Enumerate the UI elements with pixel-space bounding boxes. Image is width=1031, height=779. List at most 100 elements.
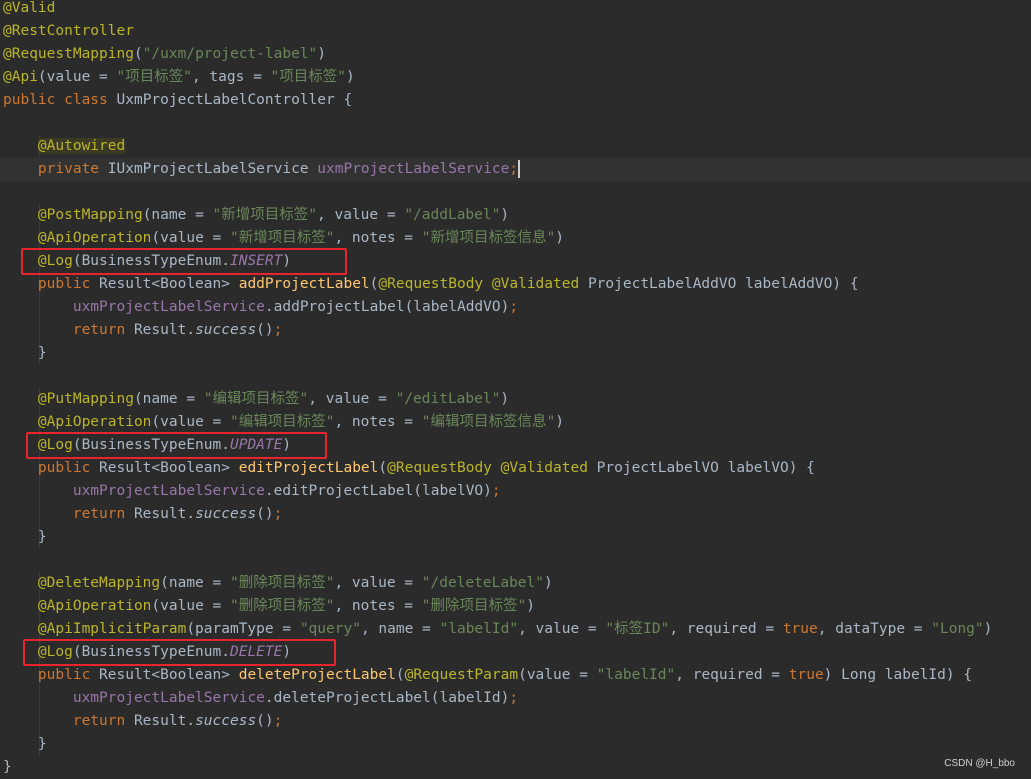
code-line[interactable]: @RestController (0, 20, 1031, 43)
code-line[interactable]: @PostMapping(name = "新增项目标签", value = "/… (0, 204, 1031, 227)
code-line-text: public Result<Boolean> addProjectLabel(@… (3, 273, 859, 296)
code-token: "编辑项目标签信息" (421, 414, 556, 430)
code-line[interactable]: } (0, 342, 1031, 365)
code-line[interactable]: uxmProjectLabelService.deleteProjectLabe… (0, 687, 1031, 710)
code-line[interactable]: @Api(value = "项目标签", tags = "项目标签") (0, 66, 1031, 89)
code-line[interactable]: @Autowired (0, 135, 1031, 158)
code-line[interactable]: } (0, 756, 1031, 779)
code-token: @ApiOperation (37, 414, 152, 430)
code-token: @ApiOperation (37, 598, 152, 614)
code-line[interactable]: @DeleteMapping(name = "删除项目标签", value = … (0, 572, 1031, 595)
code-line[interactable]: @ApiImplicitParam(paramType = "query", n… (0, 618, 1031, 641)
code-line-text: } (3, 526, 47, 549)
code-token: Result<Boolean> (99, 276, 239, 292)
code-token: "新增项目标签信息" (421, 230, 556, 246)
code-token: , value = (317, 207, 405, 223)
code-line[interactable]: public Result<Boolean> deleteProjectLabe… (0, 664, 1031, 687)
code-line[interactable]: uxmProjectLabelService.addProjectLabel(l… (0, 296, 1031, 319)
code-line[interactable]: @RequestMapping("/uxm/project-label") (0, 43, 1031, 66)
code-token: "labelId" (439, 621, 519, 637)
code-line[interactable]: @ApiOperation(value = "删除项目标签", notes = … (0, 595, 1031, 618)
code-line[interactable]: uxmProjectLabelService.editProjectLabel(… (0, 480, 1031, 503)
code-token: ( (395, 667, 405, 683)
code-token: (name = (160, 575, 230, 591)
code-line[interactable]: public Result<Boolean> addProjectLabel(@… (0, 273, 1031, 296)
code-token: ) (555, 230, 564, 246)
code-token: } (3, 759, 12, 775)
code-line-text: uxmProjectLabelService.deleteProjectLabe… (3, 687, 518, 710)
code-line[interactable]: return Result.success(); (0, 319, 1031, 342)
code-token: public (37, 276, 100, 292)
code-token: @Api (3, 69, 38, 85)
code-token: ) (317, 46, 327, 62)
code-token: .deleteProjectLabel(labelId) (264, 690, 510, 706)
code-line[interactable]: private IUxmProjectLabelService uxmProje… (0, 158, 1031, 181)
code-line[interactable]: @ApiOperation(value = "新增项目标签", notes = … (0, 227, 1031, 250)
code-token: (BusinessTypeEnum. (72, 644, 230, 660)
code-token: ) (543, 575, 553, 591)
code-token: ( (378, 460, 388, 476)
code-token: return (72, 506, 134, 522)
code-line-text: private IUxmProjectLabelService uxmProje… (3, 158, 521, 181)
code-token: ) (500, 391, 510, 407)
code-line[interactable]: @Log(BusinessTypeEnum.UPDATE) (0, 434, 1031, 457)
code-line[interactable]: @Log(BusinessTypeEnum.INSERT) (0, 250, 1031, 273)
code-token: ) Long labelId) { (823, 667, 973, 683)
code-line[interactable]: public Result<Boolean> editProjectLabel(… (0, 457, 1031, 480)
code-token: "新增项目标签" (212, 207, 317, 223)
code-token: (BusinessTypeEnum. (72, 437, 230, 453)
code-line[interactable] (0, 365, 1031, 388)
code-token: @DeleteMapping (37, 575, 161, 591)
code-token: @Log (37, 644, 73, 660)
code-line[interactable]: @Valid (0, 0, 1031, 20)
code-token: , value = (518, 621, 606, 637)
code-line[interactable]: @Log(BusinessTypeEnum.DELETE) (0, 641, 1031, 664)
code-token: () (256, 322, 274, 338)
code-token: (paramType = (186, 621, 300, 637)
code-line[interactable] (0, 112, 1031, 135)
code-token: Result. (133, 506, 196, 522)
code-token: "新增项目标签" (230, 230, 335, 246)
code-token: "/uxm/project-label" (142, 46, 318, 62)
code-token: , dataType = (817, 621, 932, 637)
code-line-text: @ApiOperation(value = "新增项目标签", notes = … (3, 227, 564, 250)
code-line-text: @PutMapping(name = "编辑项目标签", value = "/e… (3, 388, 509, 411)
code-line-text: @Log(BusinessTypeEnum.INSERT) (3, 250, 291, 273)
code-token: .addProjectLabel(labelAddVO) (264, 299, 510, 315)
code-token: ) (983, 621, 993, 637)
code-token: private (37, 161, 108, 177)
code-token: @RequestBody (387, 460, 501, 476)
code-token: @PutMapping (37, 391, 134, 407)
code-token: deleteProjectLabel (238, 667, 396, 683)
code-line-text: @ApiOperation(value = "删除项目标签", notes = … (3, 595, 535, 618)
code-line[interactable]: } (0, 733, 1031, 756)
code-token: Result. (133, 713, 196, 729)
code-token: (value = (518, 667, 597, 683)
code-line[interactable]: return Result.success(); (0, 503, 1031, 526)
code-token: () (256, 506, 274, 522)
code-token: , notes = (334, 414, 422, 430)
code-line-text: @RequestMapping("/uxm/project-label") (3, 43, 326, 66)
code-line[interactable]: return Result.success(); (0, 710, 1031, 733)
text-cursor (518, 160, 521, 178)
code-line[interactable]: @PutMapping(name = "编辑项目标签", value = "/e… (0, 388, 1031, 411)
code-line[interactable] (0, 181, 1031, 204)
code-line[interactable]: public class UxmProjectLabelController { (0, 89, 1031, 112)
code-line-text: return Result.success(); (3, 503, 283, 526)
code-line[interactable]: @ApiOperation(value = "编辑项目标签", notes = … (0, 411, 1031, 434)
code-token: success (195, 713, 257, 729)
code-line[interactable] (0, 549, 1031, 572)
code-editor[interactable]: @Valid @RestController @RequestMapping("/u… (0, 0, 1031, 779)
code-line[interactable]: } (0, 526, 1031, 549)
